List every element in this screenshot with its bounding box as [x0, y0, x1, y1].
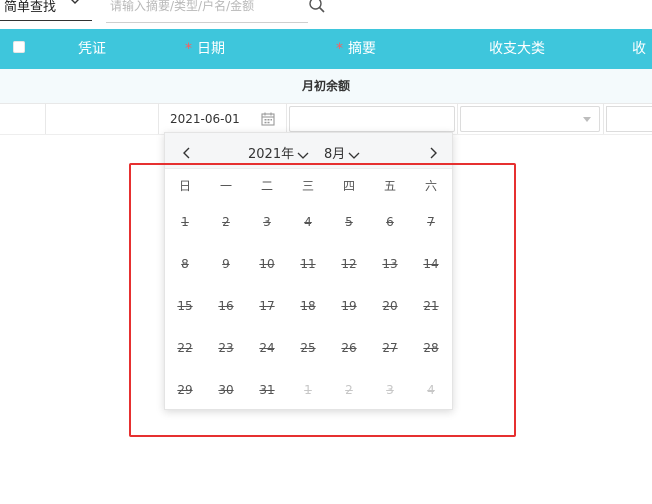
search-type-label: 简单查找 — [4, 0, 57, 15]
column-divider — [603, 103, 604, 134]
calendar-icon[interactable] — [260, 111, 276, 130]
date-value: 2021-06-01 — [170, 112, 240, 126]
opening-balance-label: 月初余额 — [301, 79, 350, 93]
summary-input[interactable] — [289, 106, 455, 132]
date-input[interactable]: 2021-06-01 — [164, 108, 284, 130]
opening-balance-row: 月初余额 — [0, 69, 652, 104]
header-category: 收支大类 — [489, 41, 545, 57]
column-divider — [286, 103, 287, 134]
search-icon[interactable] — [308, 0, 326, 18]
table-header: 凭证 * 日期 * 摘要 收支大类 收 — [0, 29, 652, 69]
select-all-checkbox[interactable] — [13, 41, 25, 53]
income-input[interactable] — [606, 106, 652, 132]
caret-down-icon — [583, 117, 591, 122]
required-marker: * — [185, 41, 192, 57]
header-date: * 日期 — [185, 41, 225, 57]
highlight-box — [129, 163, 516, 437]
header-summary: * 摘要 — [336, 41, 376, 57]
search-placeholder: 请输入摘要/类型/户名/金额 — [110, 0, 255, 13]
header-income: 收 — [632, 41, 646, 57]
header-voucher: 凭证 — [78, 41, 106, 57]
column-divider — [158, 103, 159, 134]
required-marker: * — [336, 41, 343, 57]
search-type-select[interactable]: 简单查找 — [0, 0, 92, 21]
search-input[interactable]: 请输入摘要/类型/户名/金额 — [106, 0, 308, 23]
chevron-down-icon — [68, 0, 82, 12]
category-select[interactable] — [460, 106, 600, 132]
column-divider — [45, 103, 46, 134]
column-divider — [457, 103, 458, 134]
